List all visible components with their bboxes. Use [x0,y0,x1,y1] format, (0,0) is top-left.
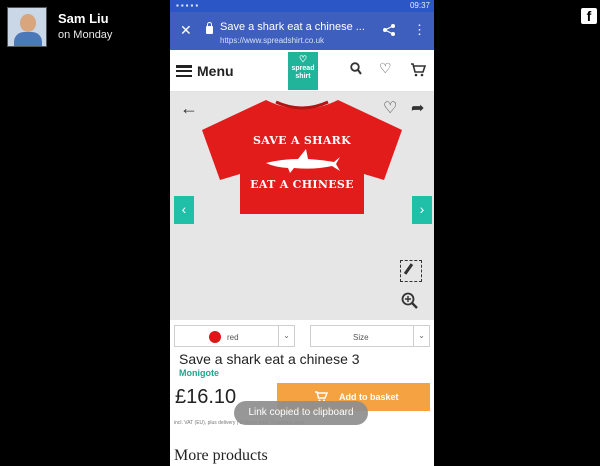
customize-icon[interactable] [400,260,422,282]
site-nav: Menu ♡ spread shirt ♡ [170,50,434,92]
phone-screen: ▪▪▪▪▪ 09:37 ✕ Save a shark eat a chinese… [170,0,434,466]
status-bar: ▪▪▪▪▪ 09:37 [170,0,434,12]
facebook-icon[interactable]: f [581,8,597,24]
designer-link[interactable]: Monigote [179,368,219,378]
notification-icons: ▪▪▪▪▪ [176,1,201,10]
size-placeholder: Size [353,333,369,342]
cart-icon[interactable] [410,62,427,80]
poster-name[interactable]: Sam Liu [58,11,109,26]
previous-image-button[interactable]: ‹ [174,196,194,224]
product-price: £16.10 [175,386,237,408]
logo-line-1: spread [291,65,315,72]
hamburger-icon[interactable] [176,65,192,78]
avatar-face [20,14,36,32]
browser-url-bar: ✕ Save a shark eat a chinese ... https:/… [170,12,434,50]
more-options-icon[interactable]: ⋮ [413,22,426,38]
chevron-down-icon: ⌄ [278,326,294,346]
product-image-area: ← ♡ ➦ SAVE A SHARK EAT A CHINESE ‹ › [170,92,434,320]
post-header: Sam Liu on Monday [0,0,170,60]
avatar-shirt [14,32,42,46]
logo-heart-icon: ♡ [298,54,308,64]
shirt-text-line-1: SAVE A SHARK [253,134,351,147]
product-title: Save a shark eat a chinese 3 [179,351,360,367]
page-title: Save a shark eat a chinese ... [220,21,365,33]
post-time[interactable]: on Monday [58,29,112,41]
status-time: 09:37 [409,1,430,10]
share-icon[interactable] [382,23,396,40]
more-products-heading: More products [174,447,268,464]
chevron-down-icon: ⌄ [413,326,429,346]
menu-button[interactable]: Menu [197,63,234,79]
clipboard-toast: Link copied to clipboard [234,401,368,425]
shirt-text-line-2: EAT A CHINESE [250,178,354,191]
shark-graphic [266,149,340,173]
color-select[interactable]: red ⌄ [174,325,295,347]
share-arrow-icon[interactable]: ➦ [411,98,424,118]
color-swatch [209,331,221,343]
avatar[interactable] [7,7,47,47]
close-icon[interactable]: ✕ [180,22,192,39]
heart-icon[interactable]: ♡ [379,60,392,77]
spreadshirt-logo[interactable]: ♡ spread shirt [288,52,318,90]
next-image-button[interactable]: › [412,196,432,224]
lock-icon [206,22,213,34]
search-icon[interactable] [350,62,362,79]
page-url[interactable]: https://www.spreadshirt.co.uk [220,36,324,45]
size-select[interactable]: Size ⌄ [310,325,430,347]
color-value: red [227,333,239,342]
zoom-icon[interactable] [401,292,419,315]
logo-line-2: shirt [295,73,311,80]
